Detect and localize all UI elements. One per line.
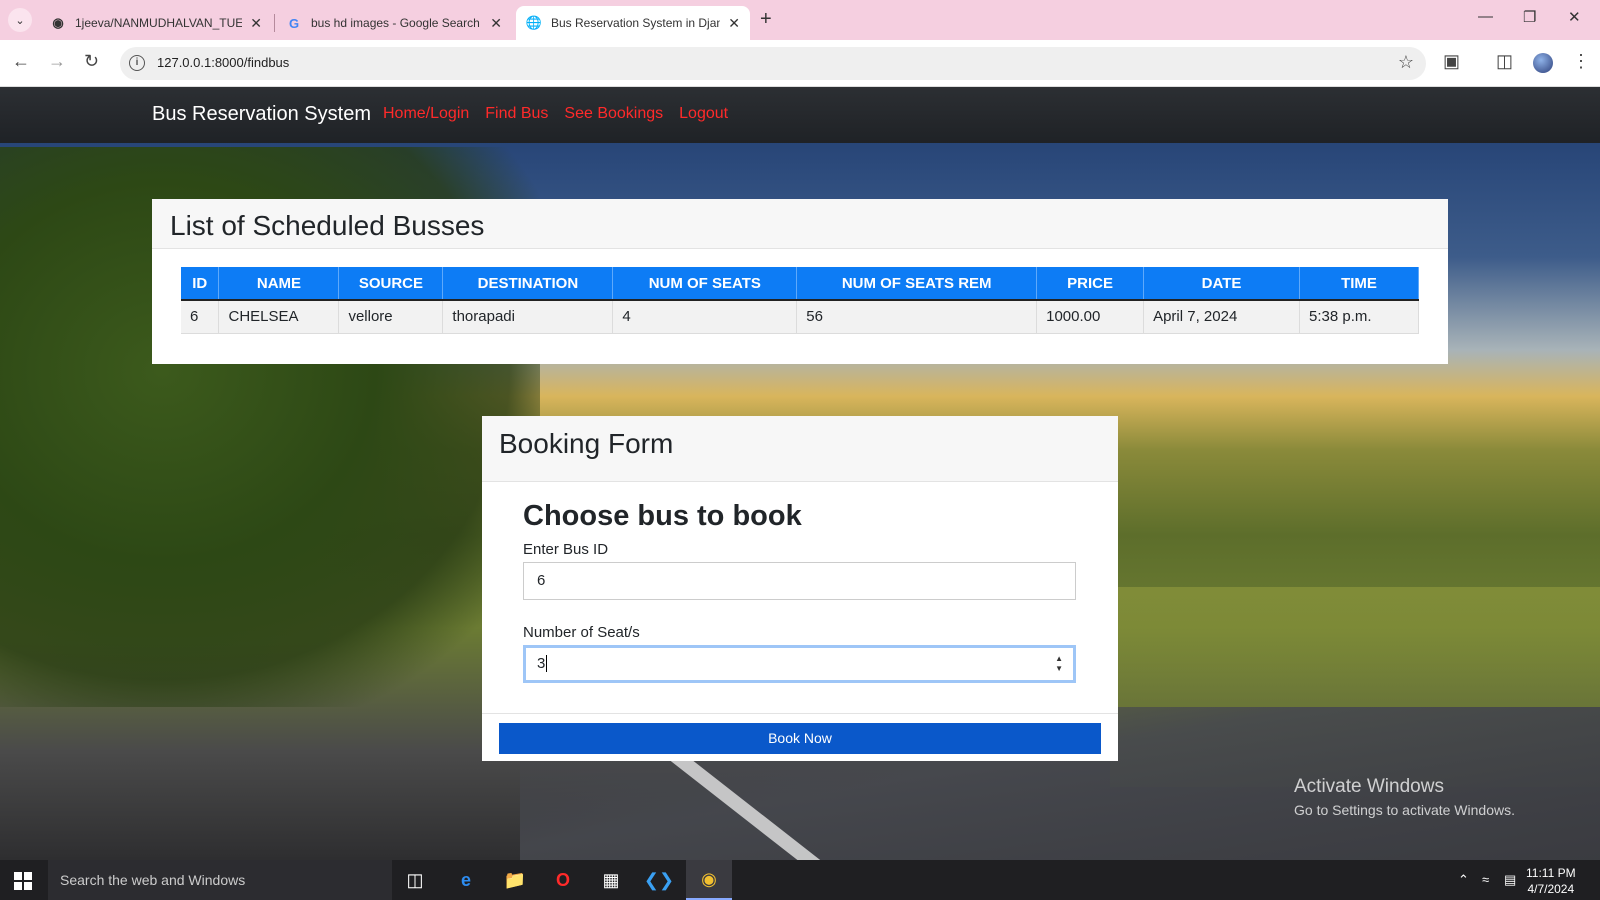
windows-start-icon[interactable] (14, 872, 32, 890)
menu-kebab-icon[interactable]: ⋮ (1572, 51, 1590, 72)
watermark-line2: Go to Settings to activate Windows. (1294, 802, 1515, 818)
tab-title: Bus Reservation System in Djan (551, 16, 721, 30)
cell-name: CHELSEA (218, 300, 340, 334)
opera-icon[interactable]: O (540, 860, 586, 900)
cell-num-seats: 4 (612, 300, 798, 334)
tab-title: 1jeeva/NANMUDHALVAN_TUES (75, 16, 243, 30)
back-icon[interactable]: ← (12, 51, 30, 72)
nav-link-home-login[interactable]: Home/Login (383, 105, 469, 123)
tab-search-chevron-icon[interactable]: ⌄ (8, 8, 32, 32)
number-spinner-icon[interactable]: ▲ ▼ (1055, 654, 1063, 674)
reload-icon[interactable]: ↻ (84, 51, 99, 72)
new-tab-icon[interactable]: + (760, 8, 772, 31)
column-header: NUM OF SEATS REM (796, 267, 1038, 301)
booking-form-footer: Book Now (482, 713, 1118, 761)
clock-time: 11:11 PM (1526, 866, 1576, 880)
booking-form-title: Booking Form (482, 416, 1118, 482)
profile-avatar[interactable] (1533, 53, 1553, 73)
close-icon[interactable]: ✕ (250, 15, 262, 32)
close-icon[interactable]: ✕ (490, 15, 502, 32)
nav-link-see-bookings[interactable]: See Bookings (564, 105, 663, 123)
page-viewport: Bus Reservation System Home/Login Find B… (0, 87, 1600, 860)
address-bar[interactable]: i 127.0.0.1:8000/findbus ☆ (120, 47, 1426, 80)
bus-list-card: List of Scheduled Busses ID NAME SOURCE … (152, 199, 1448, 364)
column-header: DATE (1143, 267, 1300, 301)
windows-taskbar: Search the web and Windows ◫ e 📁 O ▦ ❮❯ … (0, 860, 1600, 900)
chrome-icon[interactable]: ◉ (686, 860, 732, 900)
cell-num-seats-rem: 56 (796, 300, 1038, 334)
tab-github[interactable]: ◉ 1jeeva/NANMUDHALVAN_TUES ✕ (40, 6, 272, 40)
tab-title: bus hd images - Google Search (311, 16, 480, 30)
vscode-icon[interactable]: ❮❯ (636, 860, 682, 900)
booking-form-card: Booking Form Choose bus to book Enter Bu… (482, 416, 1118, 761)
wifi-icon[interactable]: ≈ (1482, 872, 1489, 887)
minimize-icon[interactable]: — (1478, 8, 1493, 25)
cell-price: 1000.00 (1036, 300, 1145, 334)
taskbar-search-box[interactable]: Search the web and Windows (48, 860, 392, 900)
taskbar-clock[interactable]: 11:11 PM 4/7/2024 (1526, 865, 1576, 897)
booking-form-body: Choose bus to book Enter Bus ID 6 Number… (523, 500, 1076, 683)
google-icon: G (288, 15, 300, 31)
browser-toolbar: ← → ↻ i 127.0.0.1:8000/findbus ☆ ▣ ◫ ⋮ (0, 40, 1600, 87)
site-navbar: Bus Reservation System Home/Login Find B… (0, 87, 1600, 143)
column-header: NUM OF SEATS (612, 267, 798, 301)
cell-source: vellore (338, 300, 444, 334)
table-row: 6 CHELSEA vellore thorapadi 4 56 1000.00… (181, 300, 1419, 334)
bus-id-label: Enter Bus ID (523, 541, 609, 558)
column-header: DESTINATION (442, 267, 614, 301)
table-header-row: ID NAME SOURCE DESTINATION NUM OF SEATS … (181, 267, 1419, 301)
column-header: NAME (218, 267, 340, 301)
cell-time: 5:38 p.m. (1299, 300, 1419, 334)
nav-link-logout[interactable]: Logout (679, 105, 728, 123)
cell-destination: thorapadi (442, 300, 614, 334)
github-icon: ◉ (52, 15, 64, 30)
window-close-icon[interactable]: ✕ (1568, 8, 1581, 26)
form-heading: Choose bus to book (523, 500, 802, 532)
restore-icon[interactable]: ❐ (1523, 8, 1536, 26)
column-header: ID (181, 267, 220, 301)
file-explorer-icon[interactable]: 📁 (492, 860, 538, 900)
tab-bus-reservation[interactable]: 🌐 Bus Reservation System in Djan ✕ (516, 6, 750, 40)
navbar-links: Home/Login Find Bus See Bookings Logout (383, 105, 728, 123)
bus-table: ID NAME SOURCE DESTINATION NUM OF SEATS … (181, 267, 1419, 334)
book-now-button[interactable]: Book Now (499, 723, 1101, 754)
url-text[interactable]: 127.0.0.1:8000/findbus (157, 55, 289, 70)
clock-date: 4/7/2024 (1527, 882, 1575, 896)
cell-date: April 7, 2024 (1143, 300, 1300, 334)
column-header: PRICE (1036, 267, 1145, 301)
task-view-icon[interactable]: ◫ (392, 860, 438, 900)
tab-google-search[interactable]: G bus hd images - Google Search ✕ (276, 6, 512, 40)
seats-number-input[interactable]: 3 ▲ ▼ (523, 645, 1076, 683)
edge-icon[interactable]: e (443, 860, 489, 900)
tray-chevron-icon[interactable]: ⌃ (1458, 872, 1469, 888)
notification-icon[interactable]: ▤ (1504, 872, 1516, 888)
column-header: TIME (1299, 267, 1419, 301)
forward-icon[interactable]: → (48, 51, 66, 72)
store-icon[interactable]: ▦ (588, 860, 634, 900)
bus-id-input[interactable]: 6 (523, 562, 1076, 600)
column-header: SOURCE (338, 267, 444, 301)
bus-list-title: List of Scheduled Busses (152, 199, 1448, 249)
watermark-line1: Activate Windows (1294, 776, 1444, 797)
close-icon[interactable]: ✕ (728, 15, 740, 32)
windows-activation-watermark: Activate Windows Go to Settings to activ… (1294, 776, 1515, 818)
extensions-icon[interactable]: ▣ (1443, 51, 1460, 72)
site-info-icon[interactable]: i (129, 55, 145, 71)
seats-label: Number of Seat/s (523, 624, 640, 641)
bookmark-star-icon[interactable]: ☆ (1398, 52, 1414, 73)
side-panel-icon[interactable]: ◫ (1496, 51, 1513, 72)
cell-id: 6 (181, 300, 220, 334)
bus-id-value: 6 (537, 572, 546, 589)
globe-icon: 🌐 (525, 15, 543, 30)
seats-value: 3 (537, 655, 546, 672)
nav-link-find-bus[interactable]: Find Bus (485, 105, 548, 123)
tab-divider (274, 14, 275, 32)
navbar-brand[interactable]: Bus Reservation System (152, 103, 371, 126)
browser-tabstrip: ⌄ ◉ 1jeeva/NANMUDHALVAN_TUES ✕ G bus hd … (0, 0, 1600, 40)
